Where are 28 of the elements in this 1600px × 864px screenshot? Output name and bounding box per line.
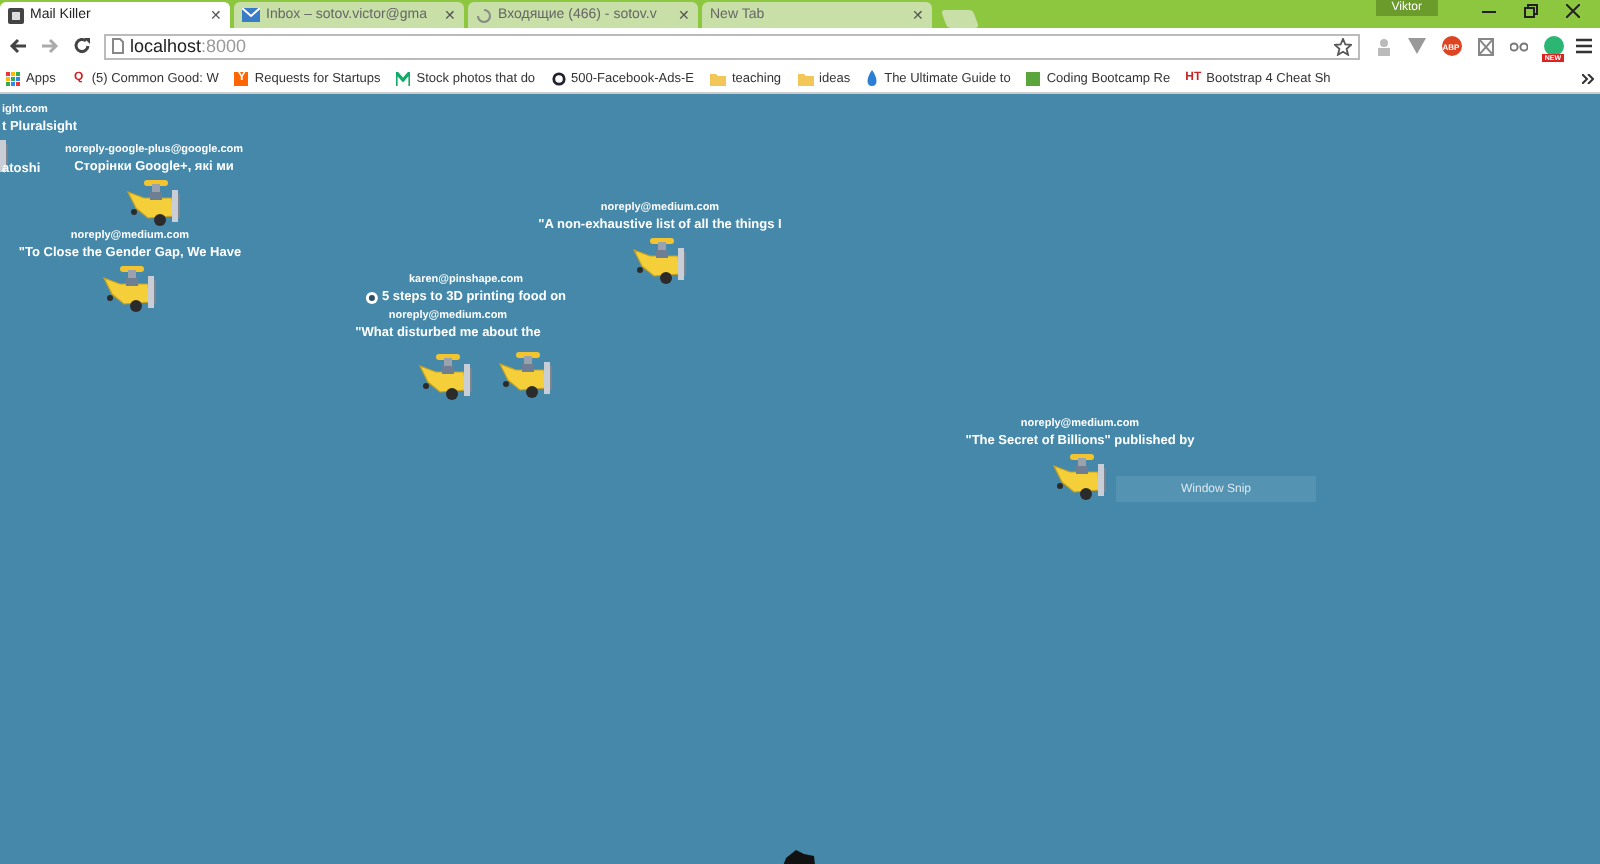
logo-icon xyxy=(396,71,411,85)
plane-drawing xyxy=(496,348,556,400)
folder-icon xyxy=(797,71,814,85)
reload-icon[interactable] xyxy=(72,36,92,56)
address-bar[interactable]: localhost:8000 xyxy=(104,33,1360,59)
more-icon[interactable] xyxy=(1582,73,1594,83)
restore-icon[interactable] xyxy=(1524,4,1538,18)
star-icon[interactable] xyxy=(1334,37,1352,55)
menu-icon[interactable] xyxy=(1576,38,1592,54)
mail-icon xyxy=(242,8,260,22)
app-icon xyxy=(8,7,24,23)
back-icon[interactable] xyxy=(8,36,28,56)
drop-icon xyxy=(866,70,879,86)
loading-icon xyxy=(476,7,492,23)
folder-icon xyxy=(709,71,726,85)
plane-drawing xyxy=(1050,450,1110,502)
plane-drawing xyxy=(630,234,690,286)
box-icon[interactable] xyxy=(1477,37,1493,55)
apps-grid-icon xyxy=(6,71,20,85)
plane-drawing xyxy=(100,262,160,314)
page-icon xyxy=(112,38,124,54)
close-icon[interactable] xyxy=(1566,4,1580,18)
filter-icon[interactable] xyxy=(1408,38,1426,54)
glasses-icon[interactable] xyxy=(1510,41,1528,51)
plane-drawing xyxy=(416,350,476,402)
ring-icon xyxy=(551,71,566,85)
plane-drawing xyxy=(124,176,184,228)
square-icon xyxy=(1026,71,1041,85)
